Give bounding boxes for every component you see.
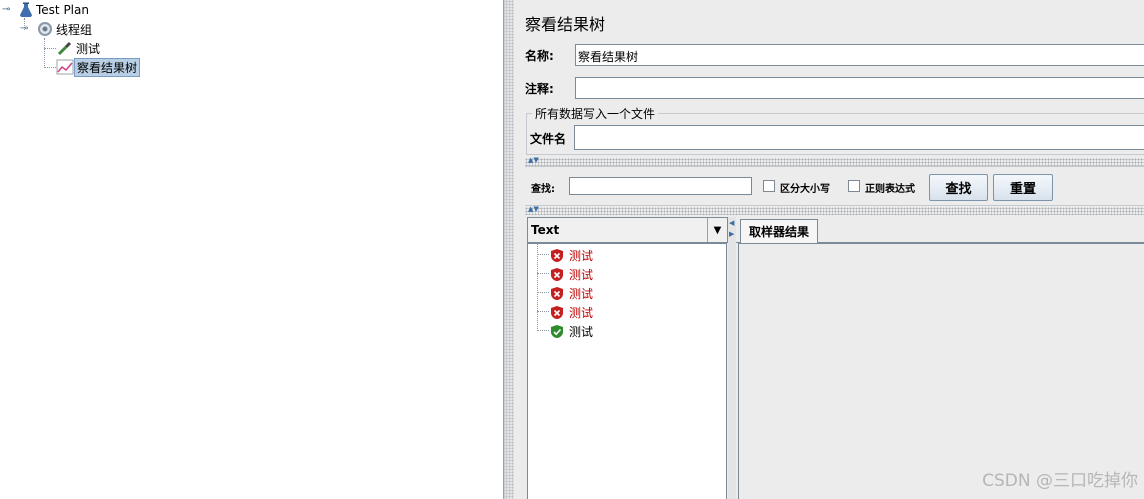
tree-node-test-plan[interactable]: Test Plan — [18, 1, 91, 19]
case-sensitive-checkbox[interactable] — [763, 180, 775, 192]
sample-results-list: 测试 测试 测试 测试 测试 — [527, 243, 727, 499]
graph-icon — [56, 59, 74, 75]
divider[interactable] — [525, 158, 1144, 166]
tree-node-sampler[interactable]: 测试 — [56, 39, 102, 57]
result-item[interactable]: 测试 — [550, 284, 593, 302]
result-item[interactable]: 测试 — [550, 265, 593, 283]
collapse-toggle-icon[interactable]: ⊸ — [20, 23, 28, 34]
search-input[interactable] — [569, 177, 752, 195]
result-tabs: 取样器结果 — [736, 217, 1144, 243]
chevron-down-icon[interactable]: ▼ — [707, 218, 727, 242]
gear-icon — [38, 22, 52, 36]
main-splitter[interactable] — [504, 0, 514, 499]
result-item[interactable]: 测试 — [550, 246, 593, 264]
view-results-tree-panel: 察看结果树 名称: 察看结果树 注释: 所有数据写入一个文件 文件名 ▲▼ 查找… — [514, 0, 1144, 499]
collapse-up-icon[interactable]: ▲▼ — [528, 157, 539, 164]
error-shield-icon — [551, 267, 563, 281]
case-sensitive-label: 区分大小写 — [780, 184, 830, 195]
divider[interactable] — [525, 207, 1144, 215]
regex-checkbox[interactable] — [848, 180, 860, 192]
comment-field[interactable] — [575, 77, 1144, 99]
watermark: CSDN @三口吃掉你 — [982, 471, 1138, 491]
comment-label: 注释: — [525, 82, 554, 96]
error-shield-icon — [551, 286, 563, 300]
test-plan-tree: ⊸ ⊸ Test Plan 线程组 测试 察看结果树 — [0, 0, 504, 499]
collapse-toggle-icon[interactable]: ⊸ — [2, 4, 10, 15]
tree-node-label: 测试 — [76, 41, 101, 56]
find-button[interactable]: 查找 — [929, 174, 988, 201]
panel-title: 察看结果树 — [525, 15, 606, 34]
filename-field[interactable] — [574, 125, 1144, 150]
tree-node-label: 察看结果树 — [74, 57, 141, 77]
collapse-up-icon[interactable]: ▲▼ — [528, 206, 539, 213]
expand-right-icon[interactable]: ▶ — [729, 231, 734, 238]
tree-node-label: Test Plan — [36, 3, 89, 17]
result-item[interactable]: 测试 — [550, 303, 593, 321]
result-label: 测试 — [569, 324, 594, 339]
reset-button[interactable]: 重置 — [993, 174, 1053, 201]
tree-node-view-results[interactable]: 察看结果树 — [56, 57, 141, 77]
name-label: 名称: — [525, 49, 554, 63]
group-title: 所有数据写入一个文件 — [532, 105, 659, 122]
tree-node-thread-group[interactable]: 线程组 — [36, 20, 94, 38]
result-label: 测试 — [569, 286, 594, 301]
filename-label: 文件名 — [530, 132, 567, 146]
result-label: 测试 — [569, 305, 594, 320]
renderer-value: Text — [531, 223, 560, 237]
tree-node-label: 线程组 — [56, 22, 93, 37]
tab-sampler-result[interactable]: 取样器结果 — [740, 219, 819, 243]
regex-label: 正则表达式 — [865, 184, 915, 195]
pipette-icon — [57, 41, 72, 56]
expand-left-icon[interactable]: ◀ — [729, 220, 734, 227]
error-shield-icon — [551, 248, 563, 262]
result-label: 测试 — [569, 267, 594, 282]
error-shield-icon — [551, 305, 563, 319]
result-label: 测试 — [569, 248, 594, 263]
renderer-select[interactable]: Text ▼ — [527, 217, 728, 243]
tab-content — [738, 243, 1144, 499]
results-splitter[interactable]: ◀ ▶ — [728, 217, 736, 499]
success-shield-icon — [551, 324, 563, 338]
flask-icon — [20, 2, 32, 17]
name-field[interactable]: 察看结果树 — [575, 44, 1144, 66]
search-label: 查找: — [531, 184, 555, 195]
result-item[interactable]: 测试 — [550, 322, 593, 340]
